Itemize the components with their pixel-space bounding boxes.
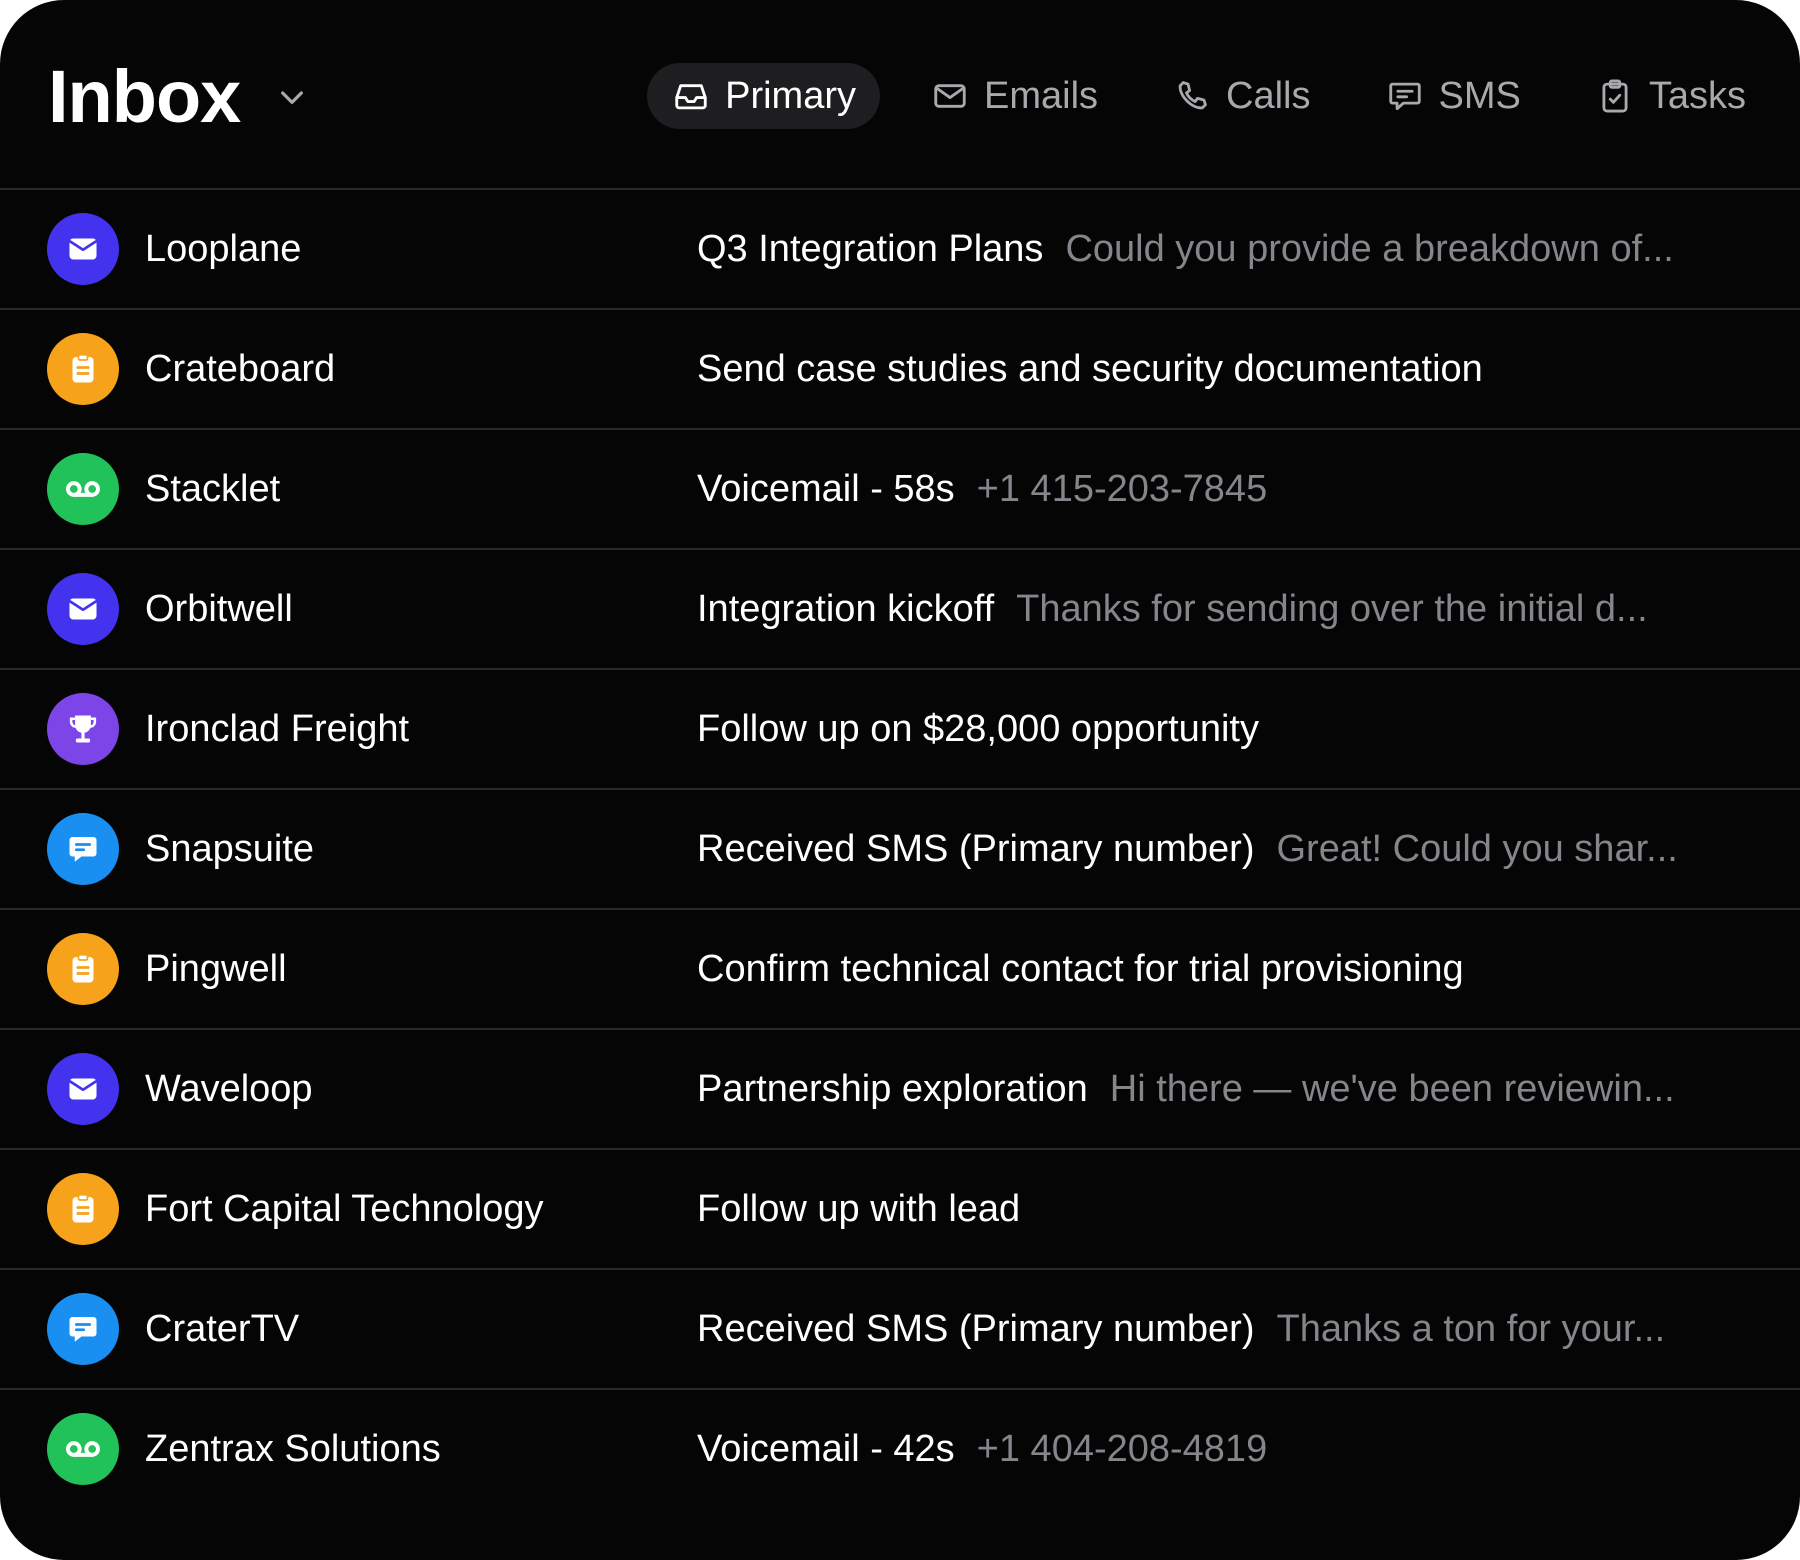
message-summary: Follow up on $28,000 opportunity: [697, 670, 1755, 788]
clipboard-icon: [47, 1173, 119, 1245]
inbox-panel: Inbox Primary Emails Calls SMS Tasks Loo…: [0, 0, 1800, 1560]
message-preview: Could you provide a breakdown of...: [1065, 228, 1674, 270]
list-item[interactable]: Waveloop Partnership exploration Hi there…: [0, 1030, 1800, 1150]
phone-icon: [1172, 76, 1212, 116]
voicemail-icon: [47, 453, 119, 525]
tab-tasks[interactable]: Tasks: [1571, 63, 1770, 129]
inbox-tabs: Primary Emails Calls SMS Tasks: [621, 63, 1770, 129]
message-summary: Follow up with lead: [697, 1150, 1755, 1268]
message-subject: Follow up on $28,000 opportunity: [697, 708, 1259, 750]
message-summary: Partnership exploration Hi there — we've …: [697, 1030, 1755, 1148]
inbox-tray-icon: [671, 76, 711, 116]
tab-emails[interactable]: Emails: [906, 63, 1122, 129]
clipboard-check-icon: [1595, 76, 1635, 116]
contact-name: Stacklet: [145, 468, 281, 510]
chevron-down-icon: [274, 79, 310, 115]
list-item[interactable]: CraterTV Received SMS (Primary number) Th…: [0, 1270, 1800, 1390]
list-item[interactable]: Ironclad Freight Follow up on $28,000 op…: [0, 670, 1800, 790]
message-summary: Received SMS (Primary number) Great! Coul…: [697, 790, 1755, 908]
message-list: Looplane Q3 Integration Plans Could you p…: [0, 190, 1800, 1510]
message-preview: Thanks a ton for your...: [1276, 1308, 1666, 1350]
tab-primary[interactable]: Primary: [647, 63, 880, 129]
chat-bubble-icon: [47, 813, 119, 885]
voicemail-icon: [47, 1413, 119, 1485]
envelope-icon: [47, 1053, 119, 1125]
clipboard-icon: [47, 933, 119, 1005]
contact-name: CraterTV: [145, 1308, 300, 1350]
tab-label: Calls: [1226, 75, 1311, 117]
envelope-icon: [930, 76, 970, 116]
tab-label: SMS: [1438, 75, 1521, 117]
message-summary: Q3 Integration Plans Could you provide a …: [697, 190, 1755, 308]
page-title: Inbox: [48, 55, 241, 138]
message-summary: Voicemail - 42s +1 404-208-4819: [697, 1390, 1755, 1508]
contact-name: Waveloop: [145, 1068, 313, 1110]
chat-bubble-icon: [1385, 76, 1425, 116]
contact-name: Crateboard: [145, 348, 336, 390]
message-subject: Partnership exploration: [697, 1068, 1088, 1110]
inbox-header: Inbox Primary Emails Calls SMS Tasks: [0, 0, 1800, 190]
envelope-icon: [47, 213, 119, 285]
contact-name: Pingwell: [145, 948, 287, 990]
message-subject: Integration kickoff: [697, 588, 995, 630]
contact-name: Orbitwell: [145, 588, 293, 630]
inbox-title-dropdown[interactable]: Inbox: [48, 52, 310, 142]
clipboard-icon: [47, 333, 119, 405]
message-preview: Thanks for sending over the initial d...: [1016, 588, 1648, 630]
message-subject: Voicemail - 42s: [697, 1428, 955, 1470]
message-summary: Confirm technical contact for trial prov…: [697, 910, 1755, 1028]
list-item[interactable]: Snapsuite Received SMS (Primary number) G…: [0, 790, 1800, 910]
message-subject: Q3 Integration Plans: [697, 228, 1044, 270]
message-summary: Received SMS (Primary number) Thanks a to…: [697, 1270, 1755, 1388]
tab-label: Primary: [725, 75, 856, 117]
trophy-icon: [47, 693, 119, 765]
contact-name: Snapsuite: [145, 828, 315, 870]
message-summary: Integration kickoff Thanks for sending ov…: [697, 550, 1755, 668]
tab-calls[interactable]: Calls: [1148, 63, 1334, 129]
contact-name: Looplane: [145, 228, 302, 270]
message-subject: Follow up with lead: [697, 1188, 1021, 1230]
list-item[interactable]: Fort Capital Technology Follow up with l…: [0, 1150, 1800, 1270]
message-summary: Voicemail - 58s +1 415-203-7845: [697, 430, 1755, 548]
message-subject: Received SMS (Primary number): [697, 828, 1255, 870]
list-item[interactable]: Looplane Q3 Integration Plans Could you p…: [0, 190, 1800, 310]
message-preview: Great! Could you shar...: [1276, 828, 1678, 870]
message-subject: Confirm technical contact for trial prov…: [697, 948, 1464, 990]
tab-label: Tasks: [1648, 75, 1746, 117]
message-subject: Received SMS (Primary number): [697, 1308, 1255, 1350]
list-item[interactable]: Orbitwell Integration kickoff Thanks for …: [0, 550, 1800, 670]
message-preview: +1 415-203-7845: [976, 468, 1268, 510]
message-preview: +1 404-208-4819: [976, 1428, 1268, 1470]
contact-name: Ironclad Freight: [145, 708, 410, 750]
message-subject: Send case studies and security documenta…: [697, 348, 1483, 390]
contact-name: Fort Capital Technology: [145, 1188, 544, 1230]
tab-sms[interactable]: SMS: [1361, 63, 1545, 129]
tab-label: Emails: [984, 75, 1099, 117]
contact-name: Zentrax Solutions: [145, 1428, 441, 1470]
list-item[interactable]: Crateboard Send case studies and securit…: [0, 310, 1800, 430]
chat-bubble-icon: [47, 1293, 119, 1365]
message-subject: Voicemail - 58s: [697, 468, 955, 510]
list-item[interactable]: Pingwell Confirm technical contact for t…: [0, 910, 1800, 1030]
envelope-icon: [47, 573, 119, 645]
list-item[interactable]: Stacklet Voicemail - 58s +1 415-203-7845: [0, 430, 1800, 550]
message-summary: Send case studies and security documenta…: [697, 310, 1755, 428]
message-preview: Hi there — we've been reviewin...: [1109, 1068, 1675, 1110]
list-item[interactable]: Zentrax Solutions Voicemail - 42s +1 404-…: [0, 1390, 1800, 1510]
